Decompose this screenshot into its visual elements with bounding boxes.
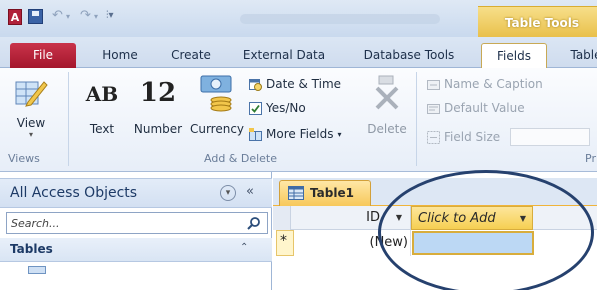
delete-field-button[interactable]: Delete (364, 72, 410, 144)
calendar-clock-icon (249, 78, 262, 91)
more-fields-label: More Fields (266, 127, 334, 141)
properties-group-label: Pr (585, 152, 596, 165)
checkbox-icon (249, 101, 262, 115)
undo-dropdown-icon[interactable]: ▾ (66, 12, 70, 21)
default-value-label: Default Value (444, 101, 525, 115)
redo-dropdown-icon[interactable]: ▾ (94, 12, 98, 21)
view-label: View (16, 116, 46, 130)
field-size-label: Field Size (444, 130, 501, 144)
number-field-label: Number (133, 122, 183, 136)
text-field-button[interactable]: AB Text (80, 72, 124, 144)
text-field-icon: AB (85, 82, 119, 106)
search-icon[interactable] (247, 216, 261, 230)
nav-pane-title: All Access Objects (10, 185, 138, 201)
delete-label: Delete (367, 122, 407, 136)
nav-section-tables[interactable]: Tables ⌃ (0, 238, 272, 262)
nav-menu-dropdown-icon[interactable]: ▾ (220, 185, 236, 201)
group-divider (68, 72, 69, 166)
tab-home[interactable]: Home (90, 43, 150, 68)
access-app-icon[interactable]: A (8, 9, 22, 25)
delete-field-icon (375, 75, 399, 110)
more-fields-button[interactable]: More Fields ▾ (249, 127, 342, 141)
views-group-label: Views (8, 152, 40, 165)
group-divider (416, 72, 417, 166)
more-fields-dropdown-icon: ▾ (337, 129, 342, 139)
text-field-label: Text (89, 122, 115, 136)
default-value-button[interactable]: Default Value (427, 101, 525, 115)
table-object-icon (28, 266, 46, 274)
nav-search-box (6, 212, 268, 234)
customize-quick-access-icon[interactable]: ⫶▾ (106, 10, 114, 21)
ribbon-fields: View ▾ Views AB Text 12 Number Currency … (0, 68, 597, 172)
view-button[interactable]: View ▾ (10, 72, 52, 150)
number-field-button[interactable]: 12 Number (128, 72, 188, 144)
more-fields-icon (249, 127, 262, 141)
nav-search-input[interactable] (7, 213, 237, 233)
select-all-corner[interactable] (273, 206, 291, 230)
navigation-pane: All Access Objects ▾ « Tables ⌃ (0, 172, 272, 290)
add-delete-group-label: Add & Delete (204, 152, 278, 165)
number-field-icon: 12 (139, 78, 177, 108)
document-tab-label: Table1 (310, 186, 354, 200)
tab-external-data[interactable]: External Data (228, 43, 340, 68)
document-tab-table1[interactable]: Table1 (279, 180, 371, 206)
view-dropdown-icon: ▾ (28, 130, 33, 139)
name-caption-label: Name & Caption (444, 77, 543, 91)
tab-file[interactable]: File (10, 43, 76, 68)
currency-field-label: Currency (189, 122, 245, 136)
undo-icon[interactable]: ↶ (52, 8, 63, 23)
name-caption-icon (427, 79, 440, 90)
title-bar: A ↶ ▾ ↷ ▾ ⫶▾ Table Tools (0, 0, 597, 37)
tab-create[interactable]: Create (160, 43, 222, 68)
date-time-button[interactable]: Date & Time (249, 77, 341, 91)
new-record-selector[interactable]: * (276, 230, 294, 256)
table-tools-context-group: Table Tools (478, 6, 597, 37)
tab-fields[interactable]: Fields (481, 43, 547, 68)
tab-database-tools[interactable]: Database Tools (350, 43, 468, 68)
tab-table[interactable]: Table (556, 43, 597, 68)
field-size-control: Field Size (427, 128, 591, 146)
redo-icon[interactable]: ↷ (80, 8, 91, 23)
window-title-blurred (240, 14, 440, 24)
view-icon (15, 81, 48, 107)
new-record-asterisk: * (280, 233, 287, 249)
ribbon-tabs: File Home Create External Data Database … (0, 37, 597, 68)
nav-pane-header[interactable]: All Access Objects ▾ « (0, 178, 272, 208)
default-value-icon (427, 103, 440, 114)
yes-no-label: Yes/No (266, 101, 306, 115)
field-size-input[interactable] (510, 128, 591, 146)
highlight-ellipse-annotation (378, 170, 594, 290)
name-caption-button[interactable]: Name & Caption (427, 77, 543, 91)
nav-section-label: Tables (10, 242, 53, 256)
date-time-label: Date & Time (266, 77, 342, 91)
yes-no-button[interactable]: Yes/No (249, 101, 306, 115)
save-icon[interactable] (28, 9, 43, 24)
shutter-bar-close-icon[interactable]: « (246, 184, 254, 199)
collapse-section-icon[interactable]: ⌃ (240, 242, 248, 253)
column-header-label: ID (366, 210, 380, 225)
currency-field-button[interactable]: Currency (188, 72, 246, 144)
table-icon (288, 186, 304, 200)
context-group-label: Table Tools (504, 16, 579, 30)
field-size-icon (427, 130, 440, 144)
currency-icon (200, 75, 232, 112)
